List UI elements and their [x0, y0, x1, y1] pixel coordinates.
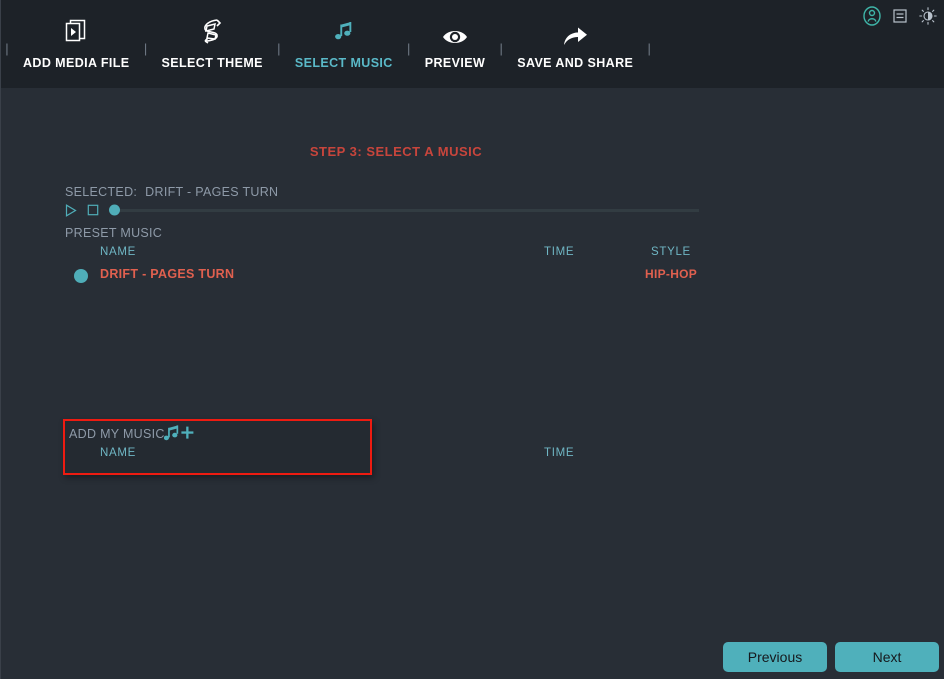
nav-step-label: PREVIEW	[424, 56, 486, 70]
track-name: DRIFT - PAGES TURN	[100, 267, 235, 281]
track-style: HIP-HOP	[645, 267, 698, 281]
music-note-icon	[333, 14, 355, 48]
nav-step-select-music[interactable]: SELECT MUSIC	[285, 14, 403, 70]
nav-separator: |	[499, 41, 503, 56]
nav-separator: |	[277, 41, 281, 56]
playback-progress-slider[interactable]	[109, 204, 699, 216]
play-button[interactable]	[65, 203, 77, 217]
add-music-note-icon[interactable]	[163, 424, 194, 444]
window-icon-group	[863, 6, 937, 26]
preset-column-time: TIME	[544, 246, 575, 258]
selected-label: SELECTED:	[65, 185, 138, 199]
nav-step-save-and-share[interactable]: SAVE AND SHARE	[507, 15, 643, 70]
preset-music-label: PRESET MUSIC	[65, 226, 163, 240]
nav-separator: |	[143, 41, 148, 56]
nav-step-label: SELECT THEME	[161, 56, 263, 70]
top-header-bar: | ADD MEDIA FILE | SELECT THEME | SELECT…	[1, 0, 944, 88]
selected-track-line: SELECTED: DRIFT - PAGES TURN	[65, 185, 278, 199]
add-my-music-column-name: NAME	[100, 447, 137, 459]
theme-ribbon-icon	[198, 14, 226, 48]
table-row[interactable]: DRIFT - PAGES TURN HIP-HOP	[65, 266, 699, 288]
playback-slider-knob[interactable]	[109, 204, 120, 216]
menu-icon[interactable]	[893, 8, 907, 24]
add-my-music-label: ADD MY MUSIC	[69, 427, 165, 441]
share-arrow-icon	[561, 15, 589, 47]
nav-separator: |	[407, 41, 411, 56]
next-button[interactable]: Next	[835, 642, 939, 672]
preset-column-name: NAME	[100, 246, 137, 258]
nav-step-add-media-file[interactable]: ADD MEDIA FILE	[13, 14, 140, 70]
selected-value: DRIFT - PAGES TURN	[145, 185, 279, 199]
nav-step-select-theme[interactable]: SELECT THEME	[152, 14, 273, 70]
add-my-music-column-time: TIME	[544, 447, 575, 459]
eye-icon	[441, 16, 469, 46]
previous-button[interactable]: Previous	[723, 642, 827, 672]
page-title: STEP 3: SELECT A MUSIC	[309, 144, 483, 159]
nav-separator: |	[5, 41, 9, 56]
nav-step-label: ADD MEDIA FILE	[23, 56, 130, 70]
audio-player-controls	[65, 201, 699, 219]
stop-button[interactable]	[87, 204, 99, 216]
media-file-icon	[64, 14, 88, 48]
application-window: | ADD MEDIA FILE | SELECT THEME | SELECT…	[0, 0, 944, 679]
nav-step-label: SAVE AND SHARE	[517, 56, 634, 70]
nav-step-label: SELECT MUSIC	[294, 56, 393, 70]
brightness-icon[interactable]	[919, 7, 937, 25]
track-selected-indicator	[74, 269, 88, 283]
step-navigation: | ADD MEDIA FILE | SELECT THEME | SELECT…	[1, 14, 791, 70]
account-icon[interactable]	[863, 6, 881, 26]
preset-column-style: STYLE	[651, 246, 691, 258]
nav-separator: |	[647, 41, 651, 56]
nav-step-preview[interactable]: PREVIEW	[415, 16, 495, 70]
